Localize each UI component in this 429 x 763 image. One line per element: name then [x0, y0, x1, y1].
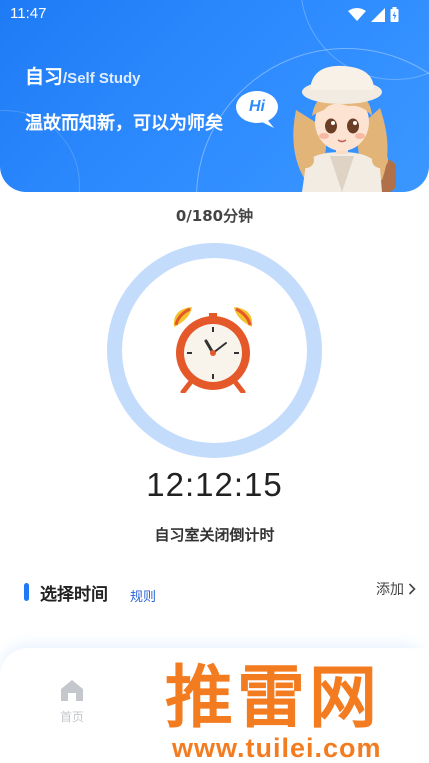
header-banner: 11:47 自习 /Self Study 温故而知新，可以为师矣 Hi: [0, 0, 429, 192]
hi-speech-bubble: Hi: [234, 90, 280, 130]
countdown-label: 自习室关闭倒计时: [154, 526, 275, 544]
chevron-right-icon: [408, 583, 416, 595]
battery-icon: [390, 7, 399, 22]
status-time: 11:47: [10, 5, 47, 22]
bubble-text: Hi: [249, 98, 265, 115]
select-time-heading: 选择时间: [40, 585, 108, 605]
nav-home-label: 首页: [59, 710, 84, 724]
status-icons: [348, 7, 399, 22]
home-icon: [61, 680, 83, 701]
alarm-clock-icon: [173, 307, 253, 393]
study-progress-text: 0/180分钟: [175, 207, 254, 225]
title-english: /Self Study: [63, 70, 141, 87]
status-bar: 11:47: [0, 0, 429, 28]
add-time-label: 添加: [376, 582, 404, 598]
signal-icon: [371, 7, 385, 22]
watermark-url: www.tuilei.com: [172, 733, 382, 763]
rules-link[interactable]: 规则: [130, 586, 156, 605]
wifi-icon: [348, 7, 366, 21]
title-chinese: 自习: [25, 66, 64, 88]
page-title: 自习 /Self Study: [25, 62, 141, 89]
page-subtitle: 温故而知新，可以为师矣: [25, 113, 223, 134]
self-study-screen: 11:47 自习 /Self Study 温故而知新，可以为师矣 Hi 0/18…: [0, 0, 429, 763]
nav-item-home[interactable]: 首页: [52, 678, 92, 725]
countdown-time: 12:12:15: [146, 466, 283, 503]
section-accent-bar: [24, 583, 29, 601]
watermark-logo-text: 推雷网: [165, 659, 382, 738]
add-time-button[interactable]: 添加: [376, 579, 416, 599]
girl-illustration: [293, 65, 396, 192]
